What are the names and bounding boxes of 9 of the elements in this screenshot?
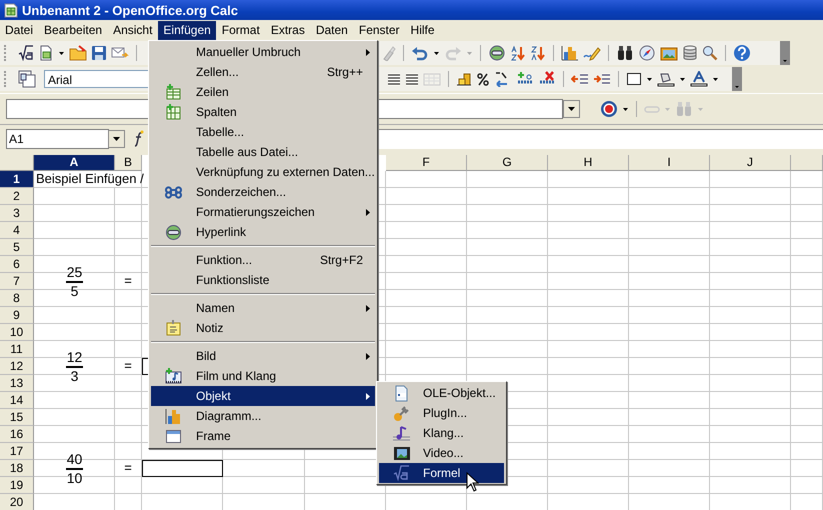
numerator: 12 [66,350,84,368]
shortcut-text: Strg++ [326,65,363,79]
window-title: Unbenannt 2 - OpenOffice.org Calc [22,2,238,18]
numerator: 25 [66,264,84,282]
numerator: 40 [66,452,84,470]
denominator: 3 [70,368,78,384]
denominator: 10 [66,470,82,486]
shortcut-text: Strg+F2 [320,253,363,267]
denominator: 5 [70,282,78,298]
